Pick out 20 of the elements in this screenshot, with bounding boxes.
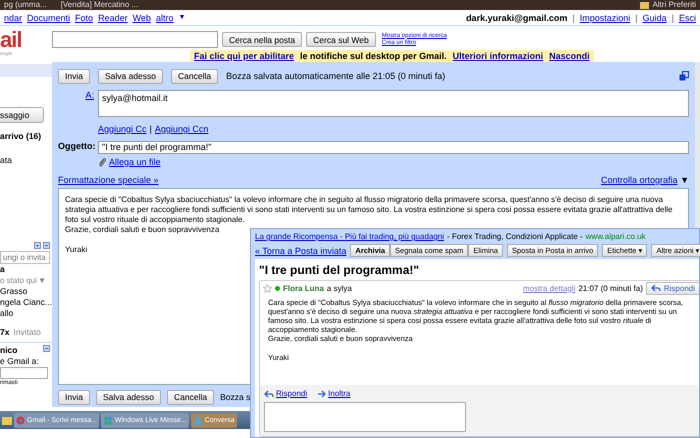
subject-label: Oggetto: <box>58 141 94 153</box>
sender-name: Flora Luna <box>283 284 324 292</box>
notification-text: le notifiche sul desktop per Gmail. <box>300 51 447 61</box>
message-time: 21:07 (0 minuti fa) <box>578 284 643 292</box>
logo: ail <box>0 29 22 51</box>
recipient-text: a sylya <box>326 284 352 292</box>
separator: | <box>635 12 638 22</box>
separator: | <box>150 124 152 134</box>
section-title: nico <box>0 345 18 356</box>
invite-text: e Gmail a: <box>0 356 40 367</box>
ad-url: www.alpari.co.uk <box>586 232 646 241</box>
separator: | <box>572 12 575 22</box>
draft-status: Bozza salvata automaticamente alle 21:05 (0 minuti fa) <box>226 71 446 81</box>
account-email: dark.yuraki@gmail.com <box>466 12 568 22</box>
separator: | <box>672 12 674 22</box>
message-subject: "I tre punti del programma!" <box>259 263 420 277</box>
chat-user-name: a <box>0 264 6 275</box>
draft-status: Bozza s <box>220 392 250 402</box>
ad-text: - Forex Trading, Condizioni Applicate - <box>447 232 583 241</box>
contact-status: Invitato <box>13 327 41 338</box>
